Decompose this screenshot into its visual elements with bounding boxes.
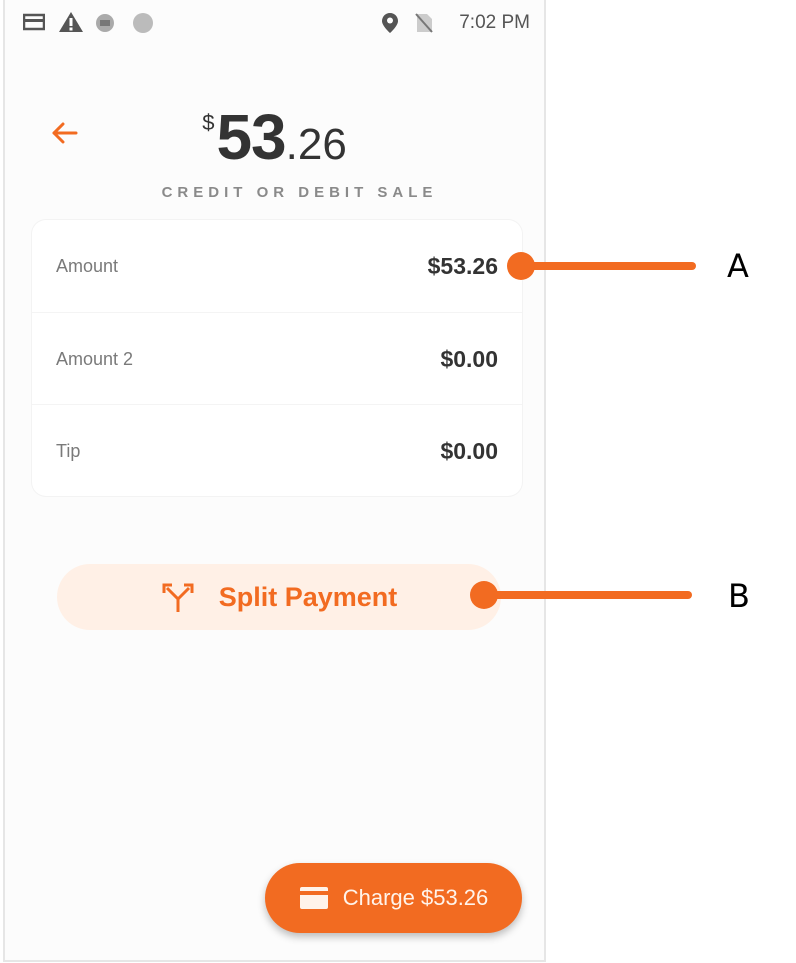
phone-screen: 7:02 PM $53.26 CREDIT OR DEBIT SALE Amou… [3,0,546,962]
amount-cents: .26 [285,120,347,169]
total-amount: $53.26 [5,100,544,174]
sync-icon [96,14,114,32]
row-label: Amount [56,256,119,276]
callout-b-line [484,591,692,599]
callout-a-dot [507,252,535,280]
circle-icon [133,13,153,33]
callout-b-dot [470,581,498,609]
status-bar: 7:02 PM [5,0,544,44]
currency-symbol: $ [202,110,215,135]
row-value: $0.00 [440,438,498,464]
split-icon [162,583,194,612]
amount-whole: 53 [216,101,286,173]
warning-icon [59,12,83,32]
charge-button[interactable]: Charge $53.26 [265,863,522,933]
card-icon [23,13,45,31]
charge-label: Charge $53.26 [342,885,489,910]
row-label: Tip [56,441,81,461]
breakdown-row-tip[interactable]: Tip $0.00 [32,404,522,497]
status-time: 7:02 PM [459,12,530,33]
breakdown-card: Amount $53.26 Amount 2 $0.00 Tip $0.00 [32,220,522,496]
credit-card-icon [299,887,328,909]
callout-a-line [520,262,696,270]
row-value: $0.00 [440,346,498,372]
amount-value: $53.26 [427,253,498,279]
callout-b-letter: B [728,577,750,615]
breakdown-row-amount[interactable]: Amount $53.26 [32,220,522,312]
breakdown-row-amount-2[interactable]: Amount 2 $0.00 [32,312,522,405]
split-payment-label: Split Payment [218,581,398,612]
transaction-type: CREDIT OR DEBIT SALE [161,184,438,201]
callout-a-letter: A [727,247,749,285]
row-label: Amount 2 [56,349,134,369]
split-payment-button[interactable]: Split Payment [57,564,501,630]
no-sim-icon [415,13,433,33]
location-icon [382,13,398,33]
